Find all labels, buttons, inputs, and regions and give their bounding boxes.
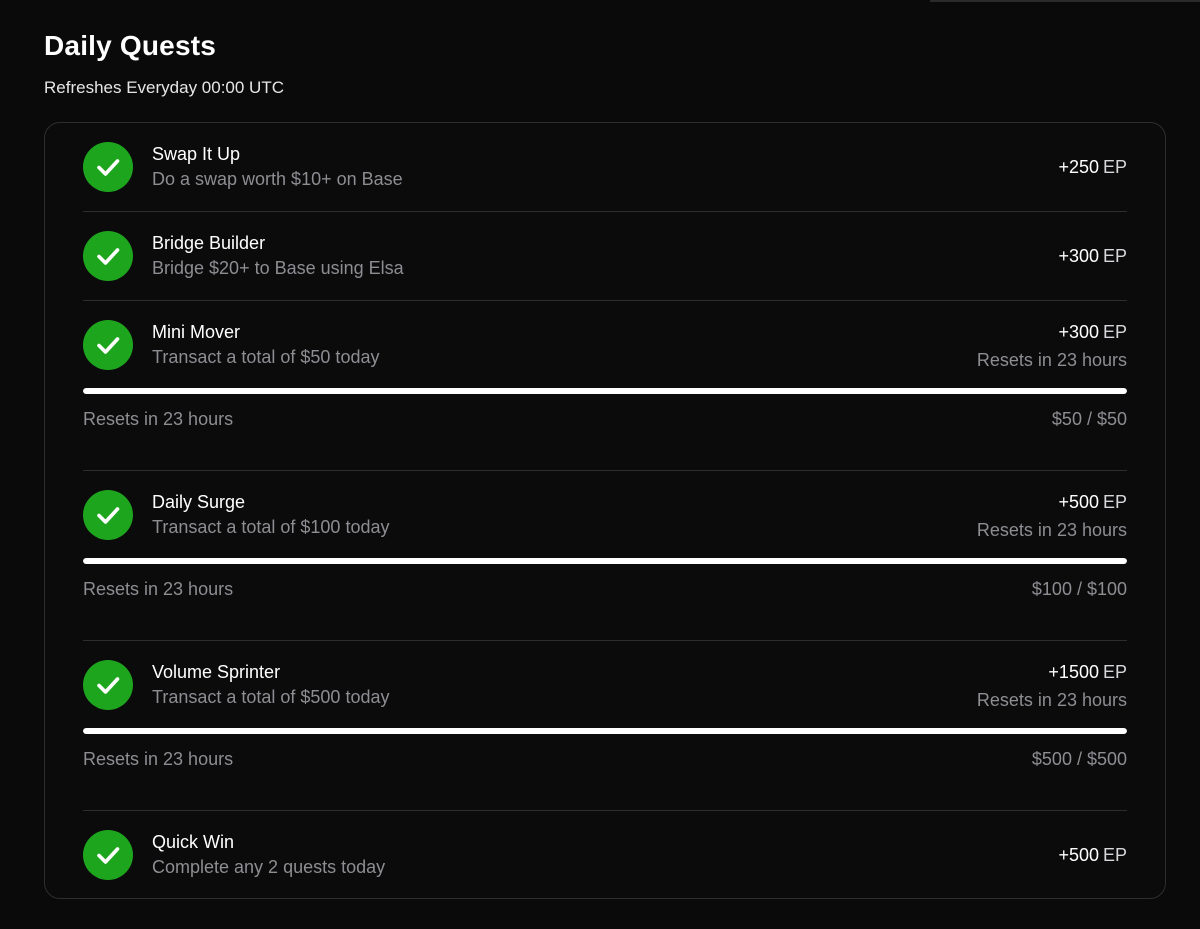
check-icon: [83, 490, 133, 540]
quest-item-bridge-builder[interactable]: Bridge Builder Bridge $20+ to Base using…: [83, 212, 1127, 301]
check-icon: [83, 320, 133, 370]
quest-item-volume-sprinter[interactable]: Volume Sprinter Transact a total of $500…: [83, 641, 1127, 811]
reward-unit: EP: [1102, 246, 1127, 266]
reward-value: +1500: [1048, 662, 1099, 682]
quest-name: Swap It Up: [152, 144, 241, 164]
progress-bar-fill: [83, 388, 1127, 394]
reset-timer: Resets in 23 hours: [976, 520, 1127, 540]
quest-reward: +500 EP: [1058, 492, 1127, 513]
reset-timer: Resets in 23 hours: [976, 690, 1127, 710]
progress-bar-fill: [83, 728, 1127, 734]
progress-amount: $50 / $50: [1051, 409, 1127, 429]
progress-bar: [83, 388, 1127, 394]
reset-timer: Resets in 23 hours: [976, 350, 1127, 370]
progress-amount: $500 / $500: [1031, 749, 1127, 769]
reward-unit: EP: [1102, 845, 1127, 865]
quest-reward: +300 EP: [1058, 246, 1127, 267]
quest-description: Complete any 2 quests today: [152, 857, 386, 877]
quest-item-daily-surge[interactable]: Daily Surge Transact a total of $100 tod…: [83, 471, 1127, 641]
quest-name: Bridge Builder: [152, 233, 266, 253]
quest-item-quick-win[interactable]: Quick Win Complete any 2 quests today +5…: [83, 811, 1127, 900]
progress-amount: $100 / $100: [1031, 579, 1127, 599]
reward-unit: EP: [1102, 157, 1127, 177]
quest-name: Volume Sprinter: [152, 662, 281, 682]
quest-reward: +300 EP: [1058, 322, 1127, 343]
reward-value: +300: [1058, 322, 1099, 342]
page-subtitle: Refreshes Everyday 00:00 UTC: [44, 78, 284, 97]
quest-reward: +250 EP: [1058, 157, 1127, 178]
reward-value: +250: [1058, 157, 1099, 177]
reward-value: +500: [1058, 492, 1099, 512]
reward-value: +500: [1058, 845, 1099, 865]
reward-unit: EP: [1102, 662, 1127, 682]
check-icon: [83, 231, 133, 281]
reward-unit: EP: [1102, 492, 1127, 512]
check-icon: [83, 830, 133, 880]
quest-name: Daily Surge: [152, 492, 246, 512]
top-divider: [930, 0, 1200, 2]
quest-description: Bridge $20+ to Base using Elsa: [152, 258, 404, 278]
quest-description: Transact a total of $500 today: [152, 687, 390, 707]
quest-description: Do a swap worth $10+ on Base: [152, 169, 403, 189]
quest-item-mini-mover[interactable]: Mini Mover Transact a total of $50 today…: [83, 301, 1127, 471]
quest-description: Transact a total of $50 today: [152, 347, 380, 367]
quest-name: Quick Win: [152, 832, 235, 852]
reset-timer-footer: Resets in 23 hours: [83, 579, 234, 599]
quest-reward: +1500 EP: [1048, 662, 1127, 683]
quest-name: Mini Mover: [152, 322, 241, 342]
reset-timer-footer: Resets in 23 hours: [83, 749, 234, 769]
progress-bar: [83, 558, 1127, 564]
progress-bar: [83, 728, 1127, 734]
reward-unit: EP: [1102, 322, 1127, 342]
check-icon: [83, 142, 133, 192]
quest-reward: +500 EP: [1058, 845, 1127, 866]
reward-value: +300: [1058, 246, 1099, 266]
page-title: Daily Quests: [44, 30, 217, 61]
quest-description: Transact a total of $100 today: [152, 517, 390, 537]
progress-bar-fill: [83, 558, 1127, 564]
reset-timer-footer: Resets in 23 hours: [83, 409, 234, 429]
quest-item-swap-it-up[interactable]: Swap It Up Do a swap worth $10+ on Base …: [83, 123, 1127, 212]
daily-quests-panel: Daily Quests Refreshes Everyday 00:00 UT…: [44, 30, 1166, 899]
quest-list-card: Swap It Up Do a swap worth $10+ on Base …: [44, 122, 1166, 899]
check-icon: [83, 660, 133, 710]
